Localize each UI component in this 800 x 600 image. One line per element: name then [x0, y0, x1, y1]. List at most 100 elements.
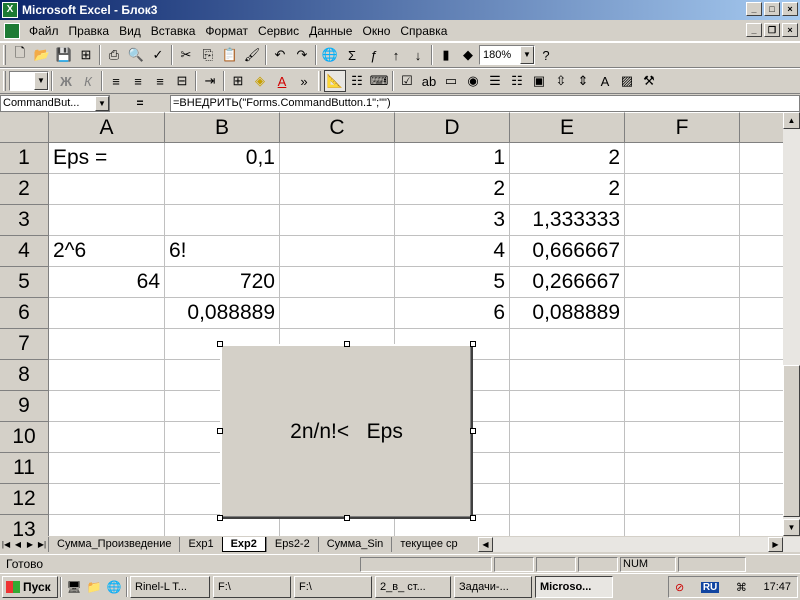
print-icon[interactable]: ⎙ — [103, 44, 125, 66]
row-header-4[interactable]: 4 — [0, 236, 49, 267]
cell-g2[interactable] — [740, 174, 783, 205]
language-indicator[interactable]: RU — [700, 581, 720, 593]
format-painter-icon[interactable]: 🖌 — [241, 44, 263, 66]
open-icon[interactable]: 📂 — [31, 44, 53, 66]
taskbar-item[interactable]: F:\ — [213, 576, 291, 598]
last-sheet-icon[interactable]: ▶| — [36, 537, 48, 552]
cell-b3[interactable] — [165, 205, 280, 236]
desktop-icon[interactable]: 🖥 — [65, 578, 83, 596]
column-header-g[interactable] — [740, 112, 783, 143]
combobox-control-icon[interactable]: ☷ — [506, 70, 528, 92]
cell-d2[interactable]: 2 — [395, 174, 510, 205]
menu-data[interactable]: Данные — [304, 24, 357, 38]
fill-color-icon[interactable]: ◈ — [249, 70, 271, 92]
resize-handle[interactable] — [217, 341, 223, 347]
paste-icon[interactable]: 📋 — [219, 44, 241, 66]
print-preview-icon[interactable]: 🔍 — [125, 44, 147, 66]
select-all-corner[interactable] — [0, 112, 49, 143]
label-control-icon[interactable]: A — [594, 70, 616, 92]
menu-format[interactable]: Формат — [200, 24, 253, 38]
function-icon[interactable]: ƒ — [363, 44, 385, 66]
cell-a9[interactable] — [49, 391, 165, 422]
menu-file[interactable]: Файл — [24, 24, 64, 38]
cell-g11[interactable] — [740, 453, 783, 484]
cell-e7[interactable] — [510, 329, 625, 360]
cell-d1[interactable]: 1 — [395, 143, 510, 174]
resize-handle[interactable] — [217, 515, 223, 521]
zoom-combo[interactable]: 180% ▼ — [479, 45, 535, 65]
workbook-minimize-button[interactable]: _ — [746, 23, 762, 37]
permission-icon[interactable]: ⊞ — [75, 44, 97, 66]
resize-handle[interactable] — [470, 428, 476, 434]
option-button-control-icon[interactable]: ◉ — [462, 70, 484, 92]
resize-handle[interactable] — [344, 341, 350, 347]
prev-sheet-icon[interactable]: ◀ — [12, 537, 24, 552]
cell-a6[interactable] — [49, 298, 165, 329]
chevron-down-icon[interactable]: ▼ — [95, 95, 109, 111]
row-header-12[interactable]: 12 — [0, 484, 49, 515]
font-size-combo[interactable]: ▼ — [9, 71, 49, 91]
cell-d6[interactable]: 6 — [395, 298, 510, 329]
excel-icon[interactable]: X — [2, 2, 18, 18]
row-header-13[interactable]: 13 — [0, 515, 49, 536]
column-header-e[interactable]: E — [510, 112, 625, 143]
cell-d4[interactable]: 4 — [395, 236, 510, 267]
chevron-down-icon[interactable]: ▼ — [520, 46, 534, 64]
sheet-tab[interactable]: Сумма_Sin — [317, 537, 392, 552]
listbox-control-icon[interactable]: ☰ — [484, 70, 506, 92]
formula-input[interactable]: =ВНЕДРИТЬ("Forms.CommandButton.1";"") — [170, 94, 800, 112]
cell-b1[interactable]: 0,1 — [165, 143, 280, 174]
cell-f9[interactable] — [625, 391, 740, 422]
minimize-button[interactable]: _ — [746, 2, 762, 16]
align-center-icon[interactable]: ≡ — [127, 70, 149, 92]
network-icon[interactable]: ⌘ — [736, 581, 747, 594]
cell-e12[interactable] — [510, 484, 625, 515]
resize-handle[interactable] — [470, 515, 476, 521]
horizontal-scrollbar[interactable]: ◀ ▶ — [478, 537, 800, 552]
first-sheet-icon[interactable]: |◀ — [0, 537, 12, 552]
taskbar-item[interactable]: F:\ — [294, 576, 372, 598]
cut-icon[interactable]: ✂ — [175, 44, 197, 66]
column-header-b[interactable]: B — [165, 112, 280, 143]
cell-e8[interactable] — [510, 360, 625, 391]
spelling-icon[interactable]: ✓ — [147, 44, 169, 66]
cell-f3[interactable] — [625, 205, 740, 236]
cell-a5[interactable]: 64 — [49, 267, 165, 298]
cell-e6[interactable]: 0,088889 — [510, 298, 625, 329]
toolbar-grip[interactable] — [3, 71, 6, 91]
row-header-9[interactable]: 9 — [0, 391, 49, 422]
sheet-tab[interactable]: текущее ср — [391, 537, 466, 552]
browser-icon[interactable]: 🌐 — [105, 578, 123, 596]
new-icon[interactable]: 🗋 — [9, 44, 31, 66]
row-header-6[interactable]: 6 — [0, 298, 49, 329]
properties-icon[interactable]: ☷ — [346, 70, 368, 92]
cell-a10[interactable] — [49, 422, 165, 453]
column-header-a[interactable]: A — [49, 112, 165, 143]
spin-button-control-icon[interactable]: ⇳ — [550, 70, 572, 92]
cell-d5[interactable]: 5 — [395, 267, 510, 298]
resize-handle[interactable] — [217, 428, 223, 434]
cell-f13[interactable] — [625, 515, 740, 536]
workbook-icon[interactable] — [4, 22, 20, 39]
cell-g13[interactable] — [740, 515, 783, 536]
italic-icon[interactable]: К — [77, 70, 99, 92]
cell-c3[interactable] — [280, 205, 395, 236]
command-button-control-icon[interactable]: ▭ — [440, 70, 462, 92]
row-header-3[interactable]: 3 — [0, 205, 49, 236]
close-button[interactable]: × — [782, 2, 798, 16]
checkbox-control-icon[interactable]: ☑ — [396, 70, 418, 92]
cell-g7[interactable] — [740, 329, 783, 360]
more-controls-icon[interactable]: ⚒ — [638, 70, 660, 92]
cell-f6[interactable] — [625, 298, 740, 329]
cell-f11[interactable] — [625, 453, 740, 484]
scroll-up-icon[interactable]: ▲ — [783, 112, 800, 129]
resize-handle[interactable] — [344, 515, 350, 521]
borders-icon[interactable]: ⊞ — [227, 70, 249, 92]
start-button[interactable]: Пуск — [2, 576, 58, 598]
worksheet-grid[interactable]: A B C D E F 1 2 3 4 5 6 7 8 9 10 11 12 13 Eps = 0,1 1 2… — [0, 112, 783, 536]
row-header-11[interactable]: 11 — [0, 453, 49, 484]
cell-c2[interactable] — [280, 174, 395, 205]
scroll-right-icon[interactable]: ▶ — [768, 537, 783, 552]
row-header-7[interactable]: 7 — [0, 329, 49, 360]
save-icon[interactable]: 💾 — [53, 44, 75, 66]
